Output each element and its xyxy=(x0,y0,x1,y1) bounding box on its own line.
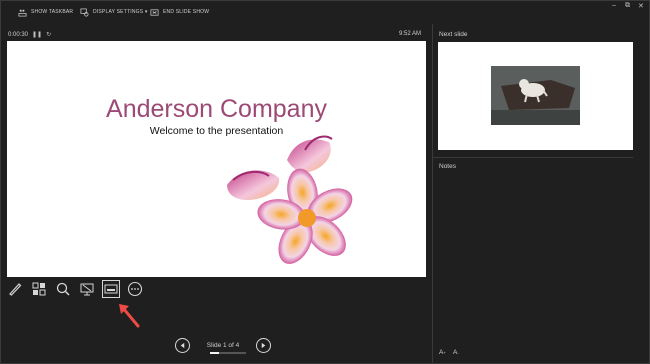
slide-progress-bar xyxy=(210,352,246,354)
dog-photo-image xyxy=(491,66,580,125)
next-arrow-icon xyxy=(261,342,266,349)
slide-progress-fill xyxy=(210,352,219,354)
slide-counter-label: Slide 1 of 4 xyxy=(206,342,240,349)
pen-icon xyxy=(9,283,22,296)
increase-font-button[interactable]: A+ xyxy=(439,349,446,356)
close-icon[interactable]: ✕ xyxy=(638,2,644,10)
show-taskbar-label: SHOW TASKBAR xyxy=(31,9,74,15)
minimize-icon[interactable]: – xyxy=(612,2,616,9)
clock-time: 9:52 AM xyxy=(399,31,422,37)
slide-counter[interactable]: Slide 1 of 4 xyxy=(198,342,248,354)
subtitles-button[interactable] xyxy=(102,280,120,298)
next-slide-button[interactable] xyxy=(256,338,271,353)
annotation-arrow-icon xyxy=(119,304,140,328)
more-options-button[interactable] xyxy=(126,280,144,298)
zoom-button[interactable] xyxy=(54,280,72,298)
black-screen-button[interactable] xyxy=(78,280,96,298)
more-options-icon xyxy=(127,281,143,297)
previous-slide-button[interactable] xyxy=(175,338,190,353)
restore-icon[interactable]: ⧉ xyxy=(625,2,630,10)
display-settings-button[interactable]: DISPLAY SETTINGS ▾ xyxy=(80,7,148,17)
flowers-image xyxy=(227,135,353,264)
next-slide-label: Next slide xyxy=(439,31,468,38)
notes-label: Notes xyxy=(439,163,456,170)
panel-divider xyxy=(432,24,433,364)
notes-separator xyxy=(433,157,633,158)
current-slide[interactable]: Anderson Company Welcome to the presenta… xyxy=(7,41,426,277)
pause-timer-icon[interactable]: ❚❚ xyxy=(32,31,42,38)
end-show-icon xyxy=(150,8,159,16)
end-slide-show-button[interactable]: END SLIDE SHOW xyxy=(150,7,209,17)
decrease-font-button[interactable]: A- xyxy=(453,349,459,356)
previous-arrow-icon xyxy=(180,342,185,349)
pen-tool-button[interactable] xyxy=(6,280,24,298)
monitor-icon xyxy=(80,283,94,296)
display-settings-label: DISPLAY SETTINGS ▾ xyxy=(93,9,148,15)
timer-bar: 0:00:30 ❚❚ ↻ xyxy=(8,31,51,39)
slide-title: Anderson Company xyxy=(106,95,327,123)
next-slide-thumbnail[interactable] xyxy=(438,42,633,150)
restart-timer-icon[interactable]: ↻ xyxy=(46,31,51,38)
show-taskbar-button[interactable]: SHOW TASKBAR xyxy=(18,7,73,17)
taskbar-icon xyxy=(18,9,27,16)
see-all-slides-button[interactable] xyxy=(30,280,48,298)
end-slide-show-label: END SLIDE SHOW xyxy=(163,9,210,15)
slide-navigation: Slide 1 of 4 xyxy=(175,338,271,354)
magnifier-icon xyxy=(56,282,70,296)
display-settings-icon xyxy=(80,8,89,16)
top-toolbar: SHOW TASKBAR DISPLAY SETTINGS ▾ END SLID… xyxy=(0,0,650,24)
elapsed-time: 0:00:30 xyxy=(8,31,29,38)
presenter-tools xyxy=(6,280,150,298)
subtitles-icon xyxy=(104,284,118,294)
slides-grid-icon xyxy=(32,282,46,296)
